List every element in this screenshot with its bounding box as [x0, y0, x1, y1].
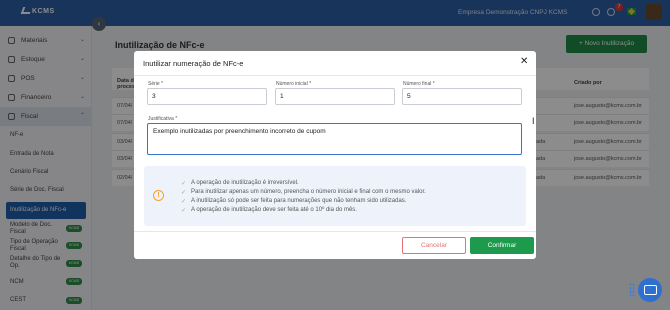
close-icon[interactable]: ✕ — [520, 56, 528, 67]
check-icon: ✓ — [181, 208, 187, 214]
numero-inicial-input[interactable] — [275, 88, 395, 105]
numero-final-input[interactable] — [402, 88, 522, 105]
justificativa-textarea[interactable]: Exemplo inutilizadas por preenchimento i… — [147, 123, 522, 155]
info-line: ✓ A operação de inutilização deve ser fei… — [181, 207, 357, 214]
info-text: A operação de inutilização deve ser feit… — [191, 207, 357, 213]
info-text: Para inutilizar apenas um número, preenc… — [191, 189, 426, 195]
chat-button[interactable] — [638, 278, 662, 302]
warning-icon: ! — [153, 190, 164, 201]
check-icon: ✓ — [181, 199, 187, 205]
check-icon: ✓ — [181, 190, 187, 196]
text-cursor-icon: I — [532, 116, 535, 126]
divider — [134, 75, 536, 76]
cancel-button[interactable]: Cancelar — [402, 237, 466, 254]
dots-grid-icon[interactable] — [629, 283, 635, 297]
info-text: A operação de inutilização é irreversíve… — [191, 180, 299, 186]
numero-inicial-label: Número inicial * — [276, 81, 312, 87]
confirm-button[interactable]: Confirmar — [470, 237, 534, 254]
justificativa-label: Justificativa * — [148, 116, 178, 122]
info-line: ✓ A inutilização só pode ser feita para n… — [181, 198, 407, 205]
modal-title: Inutilizar numeração de NFc-e — [143, 59, 244, 68]
info-text: A inutilização só pode ser feita para nu… — [191, 198, 407, 204]
serie-input[interactable] — [147, 88, 267, 105]
serie-label: Série * — [148, 81, 164, 87]
divider — [134, 231, 536, 232]
check-icon: ✓ — [181, 181, 187, 187]
numero-final-label: Número final * — [403, 81, 435, 87]
inutilizar-modal: Inutilizar numeração de NFc-e ✕ Série * … — [134, 51, 536, 259]
info-line: ✓ A operação de inutilização é irreversív… — [181, 180, 299, 187]
info-line: ✓ Para inutilizar apenas um número, preen… — [181, 189, 426, 196]
info-box: ! ✓ A operação de inutilização é irrevers… — [144, 166, 526, 226]
